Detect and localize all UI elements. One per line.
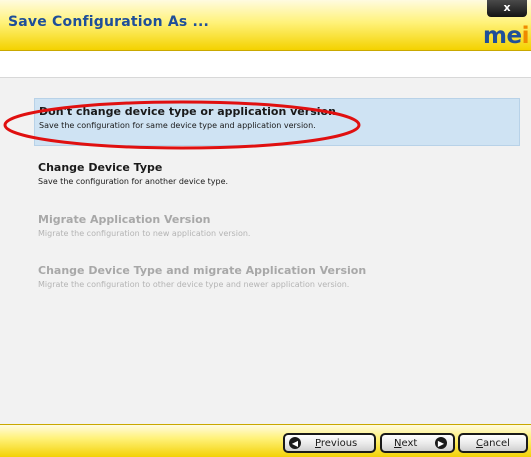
- option-title: Migrate Application Version: [38, 213, 211, 226]
- next-button[interactable]: Next ▶: [380, 433, 455, 453]
- cancel-button[interactable]: Cancel: [458, 433, 528, 453]
- option-change-device-type[interactable]: Change Device Type Save the configuratio…: [34, 155, 520, 192]
- option-keep-device-and-version[interactable]: Don't change device type or application …: [34, 98, 520, 146]
- option-title: Don't change device type or application …: [39, 105, 336, 118]
- option-description: Save the configuration for another devic…: [38, 177, 229, 186]
- option-description: Migrate the configuration to new applica…: [38, 229, 251, 238]
- logo-accent: i: [521, 23, 530, 49]
- option-change-device-and-migrate: Change Device Type and migrate Applicati…: [34, 258, 520, 295]
- previous-button[interactable]: ◀ Previous: [283, 433, 376, 453]
- arrow-right-icon: ▶: [435, 437, 447, 449]
- header-band: [0, 51, 531, 78]
- close-button[interactable]: x: [487, 0, 527, 17]
- option-list: Don't change device type or application …: [0, 78, 531, 418]
- mei-logo: mei: [483, 24, 529, 48]
- dialog-title: Save Configuration As ...: [8, 14, 210, 30]
- button-bar: ◀ Previous Next ▶ Cancel: [0, 424, 531, 457]
- close-icon: x: [503, 1, 511, 14]
- previous-label: Previous: [315, 437, 358, 449]
- option-migrate-application-version: Migrate Application Version Migrate the …: [34, 207, 520, 244]
- next-label: Next: [394, 437, 418, 449]
- option-title: Change Device Type and migrate Applicati…: [38, 264, 367, 277]
- option-title: Change Device Type: [38, 161, 163, 174]
- arrow-left-icon: ◀: [289, 437, 301, 449]
- option-description: Save the configuration for same device t…: [39, 121, 316, 130]
- cancel-label: Cancel: [476, 437, 510, 449]
- logo-text: me: [483, 23, 522, 49]
- save-config-dialog: Save Configuration As ... x mei Don't ch…: [0, 0, 531, 457]
- title-bar: Save Configuration As ... x mei: [0, 0, 531, 51]
- option-description: Migrate the configuration to other devic…: [38, 280, 350, 289]
